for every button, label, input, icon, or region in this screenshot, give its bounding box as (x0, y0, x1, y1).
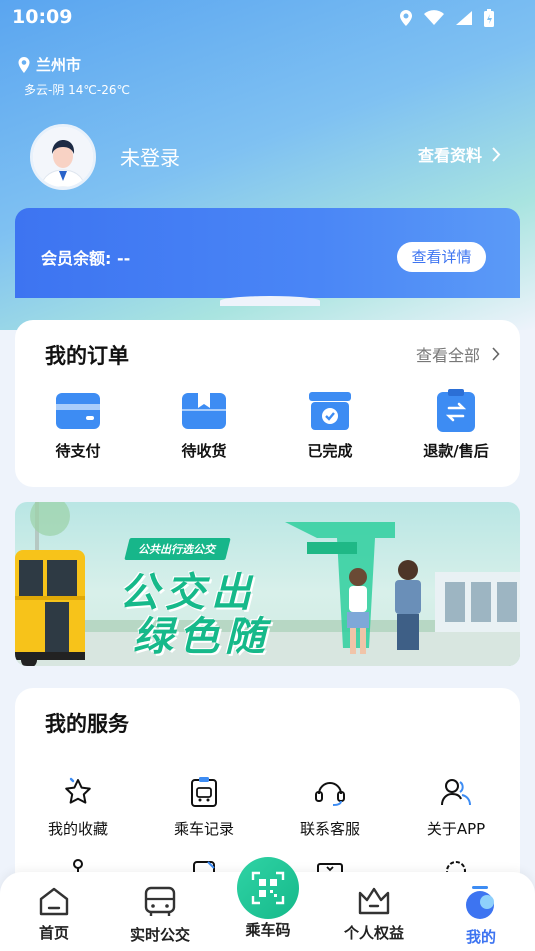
home-icon (39, 887, 69, 916)
tab-mine[interactable]: 我的 (431, 886, 531, 947)
wifi-icon (424, 10, 444, 25)
user-avatar-icon (33, 127, 93, 187)
view-profile-label: 查看资料 (417, 146, 482, 165)
service-label: 我的收藏 (47, 820, 108, 838)
chevron-right-icon (492, 146, 501, 162)
order-item-label: 待收货 (181, 442, 227, 460)
signal-icon (456, 11, 472, 25)
service-customer-support[interactable]: 联系客服 (267, 776, 393, 839)
services-grid: 我的收藏 乘车记录 联系客服 关于APP (15, 776, 520, 839)
member-card: 会员余额: -- 查看详情 (15, 208, 520, 298)
headset-icon (315, 782, 345, 806)
service-label: 关于APP (426, 820, 486, 838)
tab-label: 个人权益 (343, 924, 404, 942)
weather-info: 多云-阴 14℃-26℃ (24, 83, 130, 97)
profile-section: 未登录 查看资料 (30, 124, 505, 194)
city-name: 兰州市 (36, 56, 82, 74)
status-icons (399, 8, 495, 28)
view-details-button[interactable]: 查看详情 (397, 242, 486, 272)
qr-code-icon (251, 871, 285, 905)
orders-title: 我的订单 (45, 344, 129, 368)
view-profile-link[interactable]: 查看资料 (418, 142, 501, 166)
banner-tag: 公共出行选公交 (124, 538, 231, 560)
order-refund[interactable]: 退款/售后 (393, 388, 519, 461)
status-time: 10:09 (12, 6, 73, 28)
promo-banner[interactable]: 公共出行选公交 公交出 绿色随 (15, 502, 520, 666)
location-pin-icon (18, 56, 30, 73)
order-completed[interactable]: 已完成 (267, 388, 393, 461)
refund-icon (437, 389, 475, 432)
tab-label: 首页 (38, 924, 69, 942)
mine-active-icon (466, 886, 494, 919)
location-block[interactable]: 兰州市 多云-阴 14℃-26℃ (18, 54, 130, 98)
tab-home[interactable]: 首页 (4, 886, 104, 943)
order-item-label: 待支付 (55, 442, 101, 460)
package-icon (182, 393, 226, 429)
service-about-app[interactable]: 关于APP (393, 776, 519, 839)
order-pending-delivery[interactable]: 待收货 (141, 388, 267, 461)
order-item-label: 已完成 (307, 442, 353, 460)
services-title: 我的服务 (45, 712, 129, 736)
ride-code-label[interactable]: 乘车码 (232, 919, 304, 940)
status-bar: 10:09 (0, 0, 535, 36)
service-label: 乘车记录 (173, 820, 234, 838)
bus-icon (144, 886, 176, 916)
login-status[interactable]: 未登录 (120, 142, 180, 171)
completed-box-icon (309, 392, 351, 430)
tab-benefits[interactable]: 个人权益 (324, 886, 424, 943)
about-icon (441, 779, 471, 806)
tab-label: 我的 (465, 928, 496, 946)
star-icon (65, 777, 91, 804)
tab-realtime-bus[interactable]: 实时公交 (110, 886, 210, 945)
crown-icon (358, 887, 390, 915)
view-all-label: 查看全部 (415, 346, 480, 365)
card-divider (220, 296, 320, 306)
banner-headline-2: 绿色随 (133, 614, 271, 660)
order-item-label: 退款/售后 (423, 442, 489, 460)
order-pending-payment[interactable]: 待支付 (15, 388, 141, 461)
battery-icon (484, 9, 494, 27)
service-favorites[interactable]: 我的收藏 (15, 776, 141, 839)
service-label: 联系客服 (299, 820, 360, 838)
avatar[interactable] (30, 124, 96, 190)
orders-panel: 我的订单 查看全部 待支付 待收货 已完成 退款/售后 (15, 320, 520, 487)
location-status-icon (400, 10, 412, 26)
bus-record-icon (191, 777, 217, 807)
order-status-list: 待支付 待收货 已完成 退款/售后 (15, 388, 520, 461)
wallet-icon (56, 393, 100, 429)
member-balance: 会员余额: -- (41, 249, 131, 268)
service-ride-records[interactable]: 乘车记录 (141, 776, 267, 839)
chevron-right-icon (492, 347, 500, 361)
ride-code-button[interactable] (237, 857, 299, 919)
view-all-orders-link[interactable]: 查看全部 (416, 342, 500, 366)
tab-label: 实时公交 (129, 926, 190, 944)
